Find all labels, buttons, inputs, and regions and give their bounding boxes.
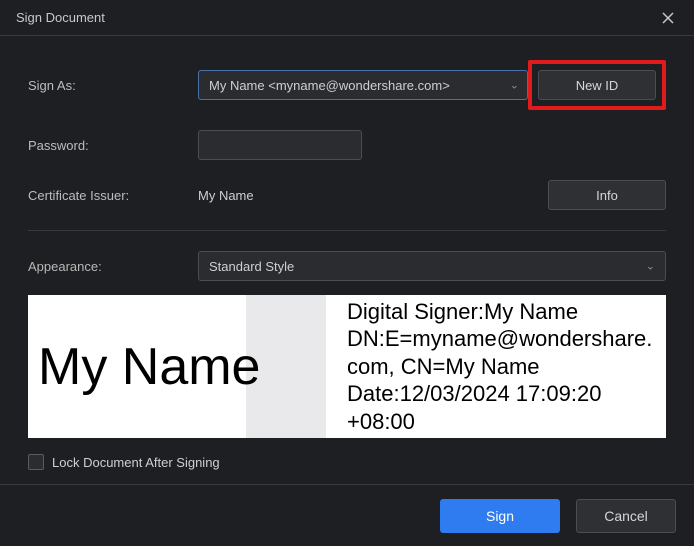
dialog-content: Sign As: My Name <myname@wondershare.com… <box>0 36 694 470</box>
signature-display-name: My Name <box>38 337 260 397</box>
signature-date-line: Date:12/03/2024 17:09:20 +08:00 <box>347 380 656 435</box>
password-label: Password: <box>28 138 198 153</box>
cancel-button-label: Cancel <box>604 508 648 524</box>
cancel-button[interactable]: Cancel <box>576 499 676 533</box>
lock-label[interactable]: Lock Document After Signing <box>52 455 220 470</box>
sign-as-row: Sign As: My Name <myname@wondershare.com… <box>28 60 666 110</box>
new-id-label: New ID <box>576 78 619 93</box>
new-id-highlight: New ID <box>528 60 666 110</box>
sign-as-value: My Name <myname@wondershare.com> <box>209 78 450 93</box>
password-input[interactable] <box>198 130 362 160</box>
lock-row: Lock Document After Signing <box>28 454 666 470</box>
chevron-down-icon: ⌄ <box>510 79 519 92</box>
cert-issuer-value: My Name <box>198 188 548 203</box>
sign-button-label: Sign <box>486 508 514 524</box>
divider <box>28 230 666 231</box>
signature-preview: My Name Digital Signer:My Name DN:E=myna… <box>28 295 666 438</box>
chevron-down-icon: ⌄ <box>646 260 655 273</box>
signature-name-area: My Name <box>38 295 347 438</box>
appearance-select[interactable]: Standard Style ⌄ <box>198 251 666 281</box>
lock-checkbox[interactable] <box>28 454 44 470</box>
signature-dn-line: DN:E=myname@wondershare.com, CN=My Name <box>347 325 656 380</box>
cert-issuer-row: Certificate Issuer: My Name Info <box>28 180 666 210</box>
sign-as-label: Sign As: <box>28 78 198 93</box>
close-button[interactable] <box>654 4 682 32</box>
cert-issuer-label: Certificate Issuer: <box>28 188 198 203</box>
titlebar: Sign Document <box>0 0 694 36</box>
new-id-button[interactable]: New ID <box>538 70 656 100</box>
info-button[interactable]: Info <box>548 180 666 210</box>
password-row: Password: <box>28 130 666 160</box>
dialog-footer: Sign Cancel <box>0 484 694 546</box>
appearance-row: Appearance: Standard Style ⌄ <box>28 251 666 281</box>
signature-details: Digital Signer:My Name DN:E=myname@wonde… <box>347 298 656 436</box>
close-icon <box>662 12 674 24</box>
window-title: Sign Document <box>16 10 105 25</box>
appearance-label: Appearance: <box>28 259 198 274</box>
appearance-value: Standard Style <box>209 259 294 274</box>
sign-as-select[interactable]: My Name <myname@wondershare.com> ⌄ <box>198 70 528 100</box>
info-label: Info <box>596 188 618 203</box>
signature-signer-line: Digital Signer:My Name <box>347 298 656 326</box>
sign-button[interactable]: Sign <box>440 499 560 533</box>
